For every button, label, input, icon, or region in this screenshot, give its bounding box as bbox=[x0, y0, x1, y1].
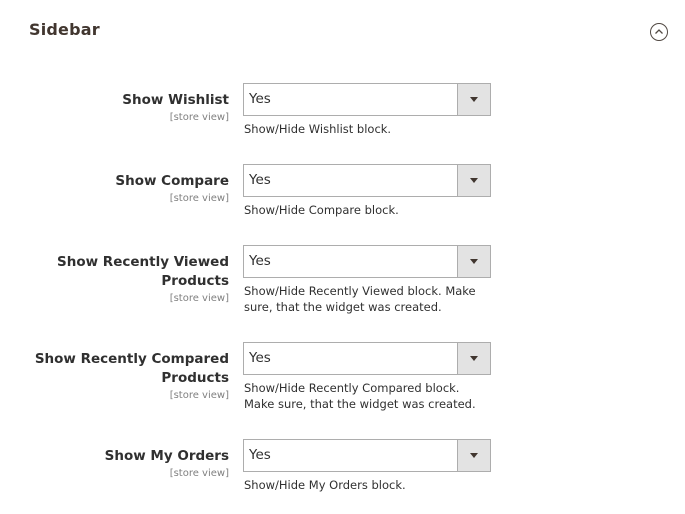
scope-label: [store view] bbox=[169, 293, 229, 304]
field-note: Show/Hide Compare block. bbox=[244, 203, 399, 217]
caret-down-icon bbox=[470, 356, 478, 361]
show-recently-compared-select[interactable]: Yes bbox=[243, 342, 491, 375]
show-recently-viewed-select[interactable]: Yes bbox=[243, 245, 491, 278]
field-label-group: Show My Orders [store view] bbox=[105, 447, 229, 480]
field-label-group: Show Recently Compared Products [store v… bbox=[35, 350, 229, 402]
scope-label: [store view] bbox=[169, 390, 229, 401]
select-value: Yes bbox=[249, 253, 271, 269]
field-label: Show Wishlist bbox=[122, 92, 229, 108]
dropdown-arrow-button[interactable] bbox=[457, 246, 490, 277]
scope-label: [store view] bbox=[169, 193, 229, 204]
field-label-line-1: Show Recently Viewed bbox=[57, 254, 229, 270]
show-compare-select[interactable]: Yes bbox=[243, 164, 491, 197]
show-my-orders-select[interactable]: Yes bbox=[243, 439, 491, 472]
dropdown-arrow-button[interactable] bbox=[457, 84, 490, 115]
caret-down-icon bbox=[470, 453, 478, 458]
field-label-group: Show Recently Viewed Products [store vie… bbox=[57, 253, 229, 305]
collapse-toggle-button[interactable] bbox=[650, 23, 668, 41]
caret-down-icon bbox=[470, 97, 478, 102]
field-label-group: Show Compare [store view] bbox=[115, 172, 229, 205]
field-note: Show/Hide My Orders block. bbox=[244, 478, 406, 492]
scope-label: [store view] bbox=[169, 112, 229, 123]
scope-label: [store view] bbox=[169, 468, 229, 479]
field-label: Show My Orders bbox=[104, 448, 229, 464]
section-title[interactable]: Sidebar bbox=[29, 20, 100, 39]
field-label-line-2: Products bbox=[161, 370, 229, 386]
show-wishlist-select[interactable]: Yes bbox=[243, 83, 491, 116]
field-label: Show Compare bbox=[115, 173, 229, 189]
select-value: Yes bbox=[249, 447, 271, 463]
field-label-line-2: Products bbox=[161, 273, 229, 289]
field-label-line-1: Show Recently Compared bbox=[34, 351, 229, 367]
caret-down-icon bbox=[470, 178, 478, 183]
field-label-group: Show Wishlist [store view] bbox=[122, 91, 229, 124]
chevron-up-icon bbox=[655, 29, 663, 34]
field-note: Show/Hide Wishlist block. bbox=[244, 122, 392, 136]
select-value: Yes bbox=[249, 350, 271, 366]
field-note: Show/Hide Recently Viewed block. Make su… bbox=[244, 284, 476, 314]
select-value: Yes bbox=[249, 91, 271, 107]
section-header[interactable]: Sidebar bbox=[0, 0, 685, 62]
field-note: Show/Hide Recently Compared block. Make … bbox=[244, 381, 476, 411]
dropdown-arrow-button[interactable] bbox=[457, 343, 490, 374]
caret-down-icon bbox=[470, 259, 478, 264]
dropdown-arrow-button[interactable] bbox=[457, 440, 490, 471]
select-value: Yes bbox=[249, 172, 271, 188]
dropdown-arrow-button[interactable] bbox=[457, 165, 490, 196]
